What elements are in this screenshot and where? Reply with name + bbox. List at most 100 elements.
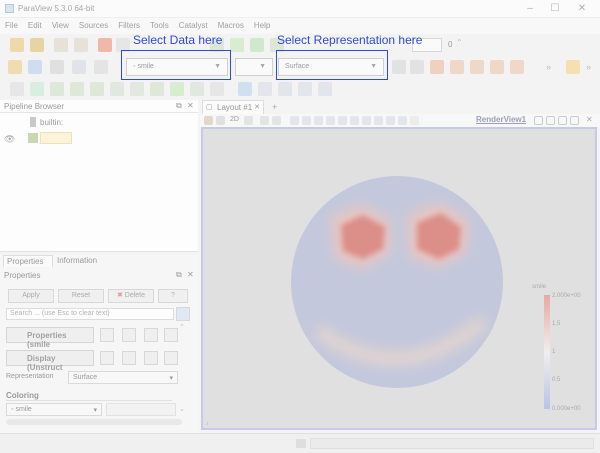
save-state-icon[interactable] (30, 38, 44, 52)
menu-view[interactable]: View (47, 18, 74, 33)
toggle-scalar-bar-icon[interactable] (410, 60, 424, 74)
rescale-icon[interactable] (50, 60, 64, 74)
search-input[interactable]: Search ... (use Esc to clear text) (6, 308, 174, 320)
paste-icon[interactable] (122, 351, 136, 365)
extract-subset-icon[interactable] (110, 82, 124, 96)
clip-icon[interactable] (50, 82, 64, 96)
select-block-view-icon[interactable] (350, 116, 359, 125)
view-minus-y-icon[interactable] (510, 60, 524, 74)
play-icon[interactable] (250, 38, 264, 52)
menu-filters[interactable]: Filters (113, 18, 145, 33)
select-cells-icon[interactable] (238, 82, 252, 96)
hover-cells-icon[interactable] (374, 116, 383, 125)
interactive-select-icon[interactable] (298, 82, 312, 96)
interactive-select-view-icon[interactable] (362, 116, 371, 125)
reset-camera-icon[interactable] (204, 116, 213, 125)
close-view-icon[interactable]: ✕ (586, 115, 593, 124)
disconnect-icon[interactable] (74, 38, 88, 52)
toolbar-overflow-icon[interactable]: » (546, 62, 551, 72)
view-minus-x-icon[interactable] (470, 60, 484, 74)
paste-icon[interactable] (122, 328, 136, 342)
copy-icon[interactable] (100, 328, 114, 342)
clear-selection-icon[interactable] (410, 116, 419, 125)
camera-reset-icon[interactable] (430, 60, 444, 74)
visibility-eye-icon[interactable]: 👁 (4, 134, 15, 145)
menu-catalyst[interactable]: Catalyst (174, 18, 213, 33)
menu-edit[interactable]: Edit (23, 18, 47, 33)
undo-icon[interactable] (98, 38, 112, 52)
calculator-icon[interactable] (10, 82, 24, 96)
undock-icon[interactable]: ⧉ (176, 101, 182, 111)
display-section-toggle[interactable]: Display (Unstruct (6, 350, 94, 372)
menu-macros[interactable]: Macros (213, 18, 249, 33)
custom-range-icon[interactable] (72, 60, 86, 74)
advanced-settings-icon[interactable] (176, 307, 190, 321)
view-name[interactable]: RenderView1 (476, 115, 526, 124)
reload-icon[interactable] (144, 351, 158, 365)
close-panel-icon[interactable]: ✕ (187, 101, 194, 110)
menu-help[interactable]: Help (249, 18, 275, 33)
select-polygon-icon[interactable] (338, 116, 347, 125)
stream-tracer-icon[interactable] (150, 82, 164, 96)
shrink-selection-icon[interactable] (398, 116, 407, 125)
axes-grid-icon[interactable] (244, 116, 253, 125)
close-panel-icon[interactable]: ✕ (187, 270, 194, 279)
view-plus-y-icon[interactable] (490, 60, 504, 74)
select-points-through-icon[interactable] (326, 116, 335, 125)
hover-points-icon[interactable] (318, 82, 332, 96)
connect-icon[interactable] (54, 38, 68, 52)
split-horizontal-icon[interactable] (272, 116, 281, 125)
apply-button[interactable]: Apply (8, 289, 54, 303)
save-defaults-icon[interactable] (164, 351, 178, 365)
time-spin-icon[interactable]: ⌃ (456, 38, 463, 47)
horizontal-scrollbar[interactable] (6, 419, 182, 425)
split-horizontal-view-icon[interactable] (546, 116, 555, 125)
pipeline-root[interactable]: builtin: (40, 118, 63, 127)
extract-level-icon[interactable] (210, 82, 224, 96)
tab-information[interactable]: Information (54, 255, 102, 267)
tab-properties[interactable]: Properties (3, 255, 53, 267)
properties-section-toggle[interactable]: Properties (smile (6, 327, 94, 349)
group-icon[interactable] (190, 82, 204, 96)
select-block-icon[interactable] (278, 82, 292, 96)
maximize-view-icon[interactable] (558, 116, 567, 125)
reset-button[interactable]: Reset (58, 289, 104, 303)
edit-colormap-icon[interactable] (392, 60, 406, 74)
slice-icon[interactable] (70, 82, 84, 96)
close-icon[interactable]: ✕ (570, 2, 594, 16)
menu-tools[interactable]: Tools (145, 18, 174, 33)
grow-selection-icon[interactable] (386, 116, 395, 125)
undock-icon[interactable]: ⧉ (176, 270, 182, 280)
reset-range-icon[interactable] (28, 60, 42, 74)
view-plus-x-icon[interactable] (450, 60, 464, 74)
maximize-icon[interactable]: ☐ (543, 2, 567, 16)
help-button[interactable]: ? (158, 289, 188, 303)
toolbar-overflow-icon[interactable]: » (586, 62, 591, 72)
interaction-mode-icon[interactable] (566, 60, 580, 74)
representation-select[interactable]: Surface ▾ (68, 371, 178, 384)
split-vertical-icon[interactable] (534, 116, 543, 125)
color-map-icon[interactable] (8, 60, 22, 74)
restore-view-icon[interactable] (570, 116, 579, 125)
contour-icon[interactable] (30, 82, 44, 96)
reload-icon[interactable] (144, 328, 158, 342)
render-view[interactable]: smile 2.000e+00 1.5 1 0.5 0.000e+00 ⌟ (201, 127, 597, 430)
tab-layout-1[interactable]: ▢ Layout #1 ✕ (202, 100, 264, 114)
view-2d-3d-toggle[interactable]: 2D (230, 116, 239, 123)
camera-undo-icon[interactable] (216, 116, 225, 125)
magic-icon[interactable] (94, 60, 108, 74)
capture-screenshot-icon[interactable] (260, 116, 269, 125)
add-tab-button[interactable]: + (272, 102, 277, 112)
save-defaults-icon[interactable] (164, 328, 178, 342)
glyph-icon[interactable] (130, 82, 144, 96)
pipeline-item-smile[interactable] (40, 132, 72, 144)
previous-frame-icon[interactable] (230, 38, 244, 52)
menu-file[interactable]: File (0, 18, 23, 33)
select-cells-on-icon[interactable] (290, 116, 299, 125)
properties-scrollbar[interactable]: ⌃ ⌄ (178, 323, 188, 415)
select-cells-through-icon[interactable] (314, 116, 323, 125)
select-points-on-icon[interactable] (302, 116, 311, 125)
open-folder-icon[interactable] (10, 38, 24, 52)
delete-button[interactable]: ✖ Delete (108, 289, 154, 303)
component-combo[interactable]: ▼ (235, 58, 273, 76)
